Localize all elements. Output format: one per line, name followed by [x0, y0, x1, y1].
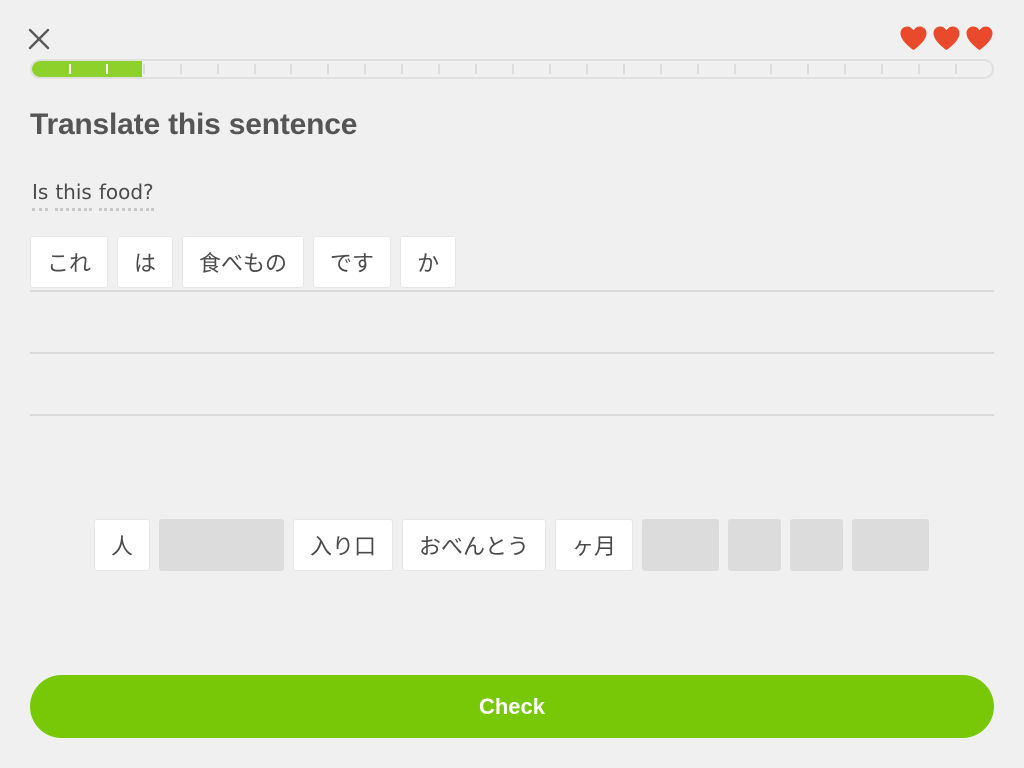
used-word-slot [159, 519, 285, 571]
heart-icon [932, 25, 961, 51]
heart-icon [899, 25, 928, 51]
progress-tick [105, 64, 108, 74]
used-word-slot [852, 519, 930, 571]
prompt-word[interactable]: Is [32, 180, 49, 211]
progress-tick [881, 64, 884, 74]
progress-tick [401, 64, 404, 74]
progress-tick [585, 64, 588, 74]
progress-tick [955, 64, 958, 74]
progress-tick [548, 64, 551, 74]
progress-tick [68, 64, 71, 74]
answer-line [30, 352, 994, 354]
progress-tick [918, 64, 921, 74]
progress-tick [438, 64, 441, 74]
progress-tick [327, 64, 330, 74]
progress-tick [179, 64, 182, 74]
progress-tick [142, 64, 145, 74]
progress-tick [733, 64, 736, 74]
answer-line [30, 414, 994, 416]
answer-word-tile[interactable]: か [400, 236, 457, 288]
progress-tick [807, 64, 810, 74]
word-bank-tile[interactable]: 人 [94, 519, 151, 571]
prompt-sentence: Is this food? [32, 180, 154, 211]
used-word-slot [642, 519, 720, 571]
lives-indicator [899, 25, 994, 51]
prompt-word[interactable]: this [55, 180, 92, 211]
used-word-slot [790, 519, 844, 571]
progress-tick [253, 64, 256, 74]
answer-word-tile[interactable]: これ [30, 236, 109, 288]
progress-tick [659, 64, 662, 74]
close-button[interactable] [28, 28, 50, 50]
answer-area[interactable]: これは食べもの ですか [30, 236, 994, 418]
progress-tick [844, 64, 847, 74]
check-button[interactable]: Check [30, 675, 994, 738]
progress-ticks [32, 64, 992, 74]
progress-tick [696, 64, 699, 74]
exercise-title: Translate this sentence [30, 108, 358, 141]
progress-tick [290, 64, 293, 74]
selected-words: これは食べもの ですか [30, 236, 457, 288]
close-icon [28, 28, 50, 50]
answer-word-tile[interactable]: です [313, 236, 392, 288]
progress-tick [512, 64, 514, 74]
word-bank-tile[interactable]: 入り口 [293, 519, 394, 571]
prompt-word[interactable]: food? [98, 180, 154, 211]
answer-line [30, 290, 994, 292]
progress-tick [475, 64, 478, 74]
word-bank: 人 入り口 おべんとう ヶ月 [94, 519, 930, 571]
progress-tick [216, 64, 219, 74]
answer-word-tile[interactable]: は [117, 236, 174, 288]
used-word-slot [728, 519, 782, 571]
answer-word-tile[interactable]: 食べもの [182, 236, 305, 288]
progress-tick [622, 64, 625, 74]
word-bank-tile[interactable]: おべんとう [402, 519, 547, 571]
heart-icon [965, 25, 994, 51]
lesson-progress-bar [30, 59, 994, 79]
word-bank-tile[interactable]: ヶ月 [555, 519, 634, 571]
progress-tick [364, 64, 367, 74]
progress-tick [770, 64, 773, 74]
